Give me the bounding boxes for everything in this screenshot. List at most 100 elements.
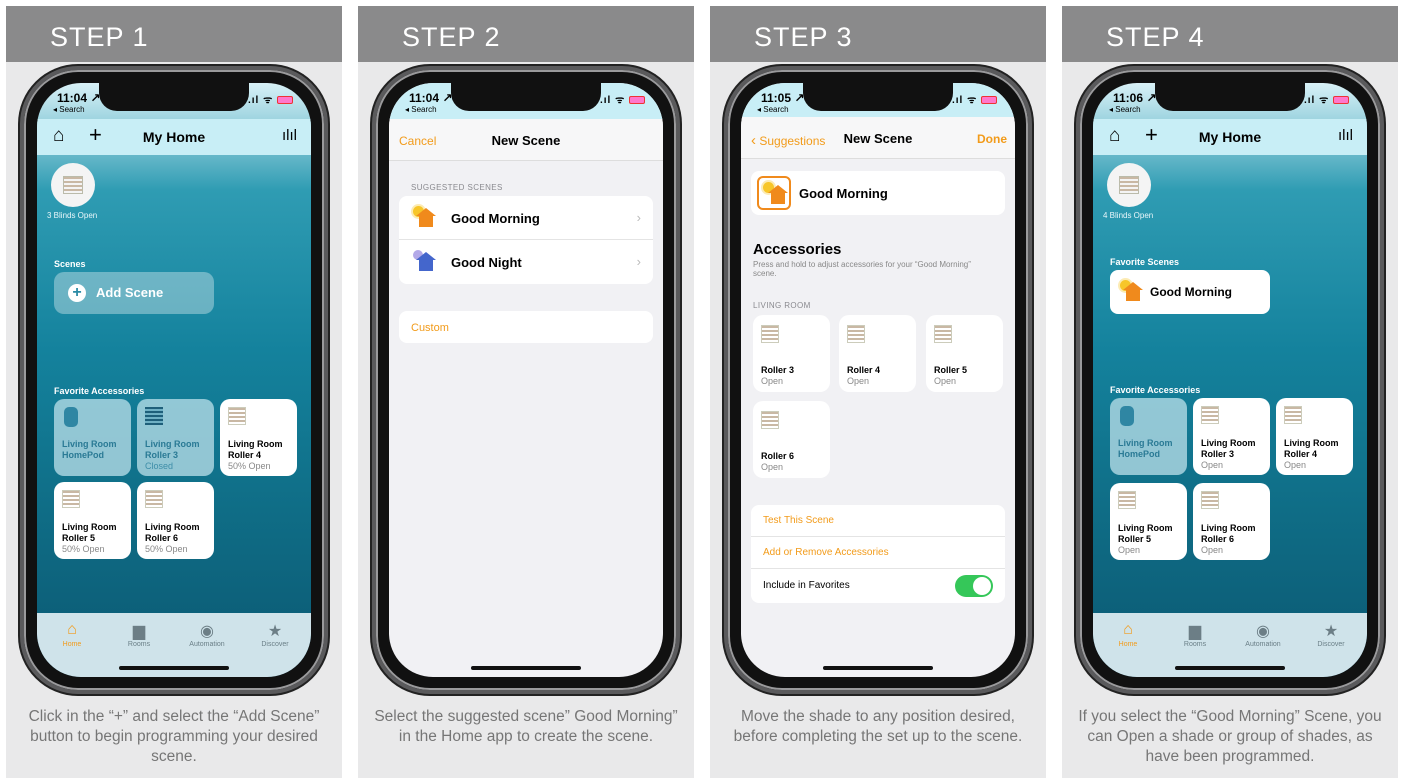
battery-icon — [277, 96, 293, 105]
blinds-status-button[interactable] — [1107, 163, 1151, 207]
rooms-icon: ▆ — [132, 623, 146, 640]
blind-icon — [761, 325, 779, 343]
back-to-search[interactable]: ◂ Search — [757, 105, 789, 114]
status-time: 11:05 ↗ — [761, 91, 805, 105]
chevron-right-icon: › — [636, 254, 641, 269]
test-scene-button[interactable]: Test This Scene — [751, 505, 1005, 537]
accessory-tile[interactable]: Living Room Roller 5 50% Open — [54, 482, 131, 559]
accessory-tile[interactable]: Living Room HomePod — [1110, 398, 1187, 475]
scene-good-morning[interactable]: Good Morning › — [399, 196, 653, 240]
accessory-tile[interactable]: Roller 4 Open — [839, 315, 916, 392]
house-icon: ⌂ — [67, 621, 77, 638]
tab-automation[interactable]: ◉ Automation — [1233, 621, 1293, 648]
scenes-header: Scenes — [54, 259, 86, 269]
favorite-scenes-header: Favorite Scenes — [1110, 257, 1180, 267]
blinds-icon — [1119, 176, 1139, 194]
back-to-search[interactable]: ◂ Search — [1109, 105, 1141, 114]
good-night-icon — [413, 250, 437, 274]
battery-icon — [981, 96, 997, 105]
step-1-title: STEP 1 — [6, 6, 342, 62]
phone-screen: 11:06 ↗ ◂ Search .ıl ᯤ ⌂ + My Home ılıl 4 … — [1093, 83, 1367, 677]
blinds-status: 3 Blinds Open — [47, 211, 98, 220]
step-2-title: STEP 2 — [358, 6, 694, 62]
step-1-panel: STEP 1 11:04 ↗ ◂ Search .ıl ᯤ ⌂ + My Home … — [6, 6, 342, 778]
phone-screen: 11:04 ↗ ◂ Search .ıl ᯤ ⌂ + My Home ılıl 3 … — [37, 83, 311, 677]
add-remove-accessories-button[interactable]: Add or Remove Accessories — [751, 537, 1005, 569]
accessory-tile[interactable]: Living Room Roller 6 Open — [1193, 483, 1270, 560]
tab-discover[interactable]: ★ Discover — [245, 621, 305, 648]
accessory-tile[interactable]: Living Room HomePod — [54, 399, 131, 476]
favorites-header: Favorite Accessories — [54, 386, 145, 396]
status-time: 11:06 ↗ — [1113, 91, 1157, 105]
blind-icon — [761, 411, 779, 429]
suggested-scenes-list: Good Morning › Good Night › — [399, 196, 653, 284]
accessory-tile[interactable]: Roller 3 Open — [753, 315, 830, 392]
tab-automation[interactable]: ◉ Automation — [177, 621, 237, 648]
page-title: New Scene — [491, 133, 561, 148]
blind-icon — [847, 325, 865, 343]
chevron-right-icon: › — [636, 210, 641, 225]
blinds-icon — [63, 176, 83, 194]
phone-frame: 11:05 ↗ ◂ Search .ıl ᯤ ‹ Suggestions New S… — [724, 66, 1032, 694]
scene-name-card[interactable]: Good Morning — [751, 171, 1005, 215]
accessory-tile[interactable]: Roller 5 Open — [926, 315, 1003, 392]
battery-icon — [629, 96, 645, 105]
accessory-tile[interactable]: Living Room Roller 4 50% Open — [220, 399, 297, 476]
tab-home[interactable]: ⌂ Home — [42, 621, 102, 648]
accessory-tile[interactable]: Living Room Roller 4 Open — [1276, 398, 1353, 475]
done-button[interactable]: Done — [977, 132, 1007, 146]
blinds-status-button[interactable] — [51, 163, 95, 207]
step-3-panel: STEP 3 11:05 ↗ ◂ Search .ıl ᯤ ‹ Suggestion… — [710, 6, 1046, 778]
tab-rooms[interactable]: ▆ Rooms — [1165, 621, 1225, 648]
accessory-tile[interactable]: Roller 6 Open — [753, 401, 830, 478]
page-title: New Scene — [843, 131, 913, 146]
signal-icon: .ıl ᯤ — [600, 92, 645, 106]
phone-frame: 11:04 ↗ ◂ Search .ıl ᯤ ⌂ + My Home ılıl 3 … — [20, 66, 328, 694]
rooms-icon: ▆ — [1188, 623, 1202, 640]
step-caption: If you select the “Good Morning” Scene, … — [1078, 708, 1382, 765]
step-4-title: STEP 4 — [1062, 6, 1398, 62]
scene-good-morning[interactable]: Good Morning — [1110, 270, 1270, 314]
blind-icon — [1284, 406, 1302, 424]
phone-screen: 11:04 ↗ ◂ Search .ıl ᯤ Cancel New Scene SU… — [389, 83, 663, 677]
good-morning-icon — [413, 206, 437, 230]
scene-good-night[interactable]: Good Night › — [399, 240, 653, 284]
automation-icon: ◉ — [200, 623, 214, 640]
star-icon: ★ — [267, 623, 283, 640]
accessories-title: Accessories — [753, 241, 842, 258]
homepod-icon — [1120, 406, 1134, 426]
step-caption: Move the shade to any position desired, … — [733, 708, 1023, 745]
room-header: LIVING ROOM — [753, 301, 811, 310]
accessory-tile[interactable]: Living Room Roller 5 Open — [1110, 483, 1187, 560]
house-icon: ⌂ — [1123, 621, 1133, 638]
signal-icon: .ıl ᯤ — [952, 92, 997, 106]
tab-rooms[interactable]: ▆ Rooms — [109, 621, 169, 648]
scene-actions: Test This Scene Add or Remove Accessorie… — [751, 505, 1005, 603]
automation-icon: ◉ — [1256, 623, 1270, 640]
step-4-panel: STEP 4 11:06 ↗ ◂ Search .ıl ᯤ ⌂ + My Home … — [1062, 6, 1398, 778]
blind-icon — [62, 490, 80, 508]
voice-icon[interactable]: ılıl — [1338, 127, 1353, 144]
custom-scene-button[interactable]: Custom — [399, 311, 653, 343]
step-2-panel: STEP 2 11:04 ↗ ◂ Search .ıl ᯤ Cancel New S… — [358, 6, 694, 778]
voice-icon[interactable]: ılıl — [282, 127, 297, 144]
blind-icon — [145, 490, 163, 508]
favorites-toggle[interactable] — [955, 575, 993, 597]
back-to-search[interactable]: ◂ Search — [405, 105, 437, 114]
tab-home[interactable]: ⌂ Home — [1098, 621, 1158, 648]
blind-icon — [1201, 491, 1219, 509]
accessory-tile[interactable]: Living Room Roller 3 Closed — [137, 399, 214, 476]
accessory-tile[interactable]: Living Room Roller 3 Open — [1193, 398, 1270, 475]
back-to-search[interactable]: ◂ Search — [53, 105, 85, 114]
step-3-title: STEP 3 — [710, 6, 1046, 62]
tab-discover[interactable]: ★ Discover — [1301, 621, 1361, 648]
accessory-tile[interactable]: Living Room Roller 6 50% Open — [137, 482, 214, 559]
step-caption: Click in the “+” and select the “Add Sce… — [28, 708, 320, 765]
page-title: My Home — [1198, 129, 1262, 145]
favorites-header: Favorite Accessories — [1110, 385, 1201, 395]
add-scene-button[interactable]: + Add Scene — [54, 272, 214, 314]
star-icon: ★ — [1323, 623, 1339, 640]
page-title: My Home — [142, 129, 206, 145]
signal-icon: .ıl ᯤ — [1304, 92, 1349, 106]
battery-icon — [1333, 96, 1349, 105]
